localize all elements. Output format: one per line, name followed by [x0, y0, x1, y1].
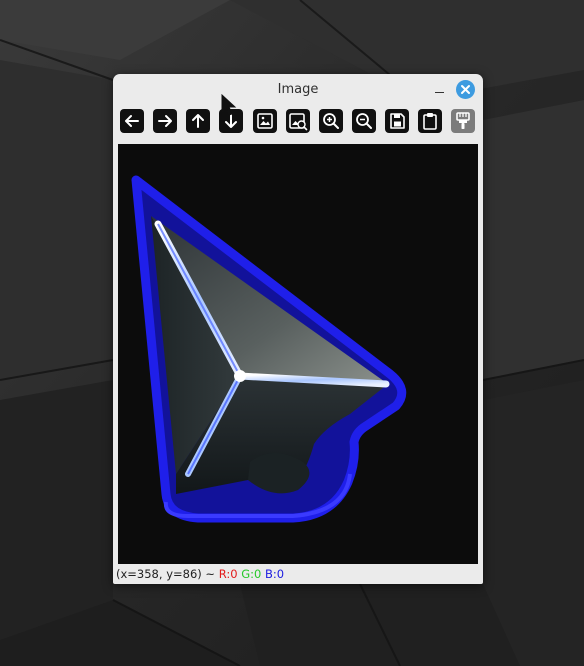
- mouse-pointer-icon: [221, 94, 237, 116]
- zoom-fit-button[interactable]: [253, 109, 277, 133]
- image-canvas[interactable]: [118, 144, 478, 564]
- cursor-render-image: [131, 175, 407, 523]
- save-button[interactable]: [385, 109, 409, 133]
- zoom-out-button[interactable]: [352, 109, 376, 133]
- cursor-coordinates: (x=358, y=86) ~: [116, 567, 216, 581]
- zoom-in-icon: [323, 113, 339, 129]
- pixel-green-value: G:0: [241, 567, 262, 581]
- arrow-right-icon: [158, 115, 172, 127]
- zoom-in-button[interactable]: [319, 109, 343, 133]
- zoom-out-icon: [356, 113, 372, 129]
- fit-image-icon: [257, 113, 273, 129]
- original-size-icon: [289, 113, 308, 131]
- image-window: Image (x=358, y=86) ~ R:0 G:0 B:0: [113, 74, 483, 584]
- original-size-button[interactable]: [286, 109, 310, 133]
- pan-right-button[interactable]: [153, 109, 177, 133]
- toolbar: [113, 109, 483, 137]
- close-button[interactable]: [456, 80, 475, 99]
- arrow-up-icon: [192, 114, 204, 128]
- window-titlebar[interactable]: Image: [113, 74, 483, 105]
- copy-clipboard-button[interactable]: [418, 109, 442, 133]
- arrow-left-icon: [125, 115, 139, 127]
- status-bar: (x=358, y=86) ~ R:0 G:0 B:0: [116, 566, 480, 582]
- window-title: Image: [277, 82, 319, 97]
- close-icon: [461, 85, 470, 94]
- clipboard-icon: [423, 113, 437, 130]
- minimize-button[interactable]: [430, 79, 450, 99]
- minimize-icon: [435, 92, 444, 93]
- pan-up-button[interactable]: [186, 109, 210, 133]
- properties-icon: [456, 112, 470, 129]
- save-icon: [390, 113, 405, 129]
- pan-left-button[interactable]: [120, 109, 144, 133]
- pixel-blue-value: B:0: [264, 567, 285, 581]
- properties-button[interactable]: [451, 109, 475, 133]
- pixel-red-value: R:0: [218, 567, 238, 581]
